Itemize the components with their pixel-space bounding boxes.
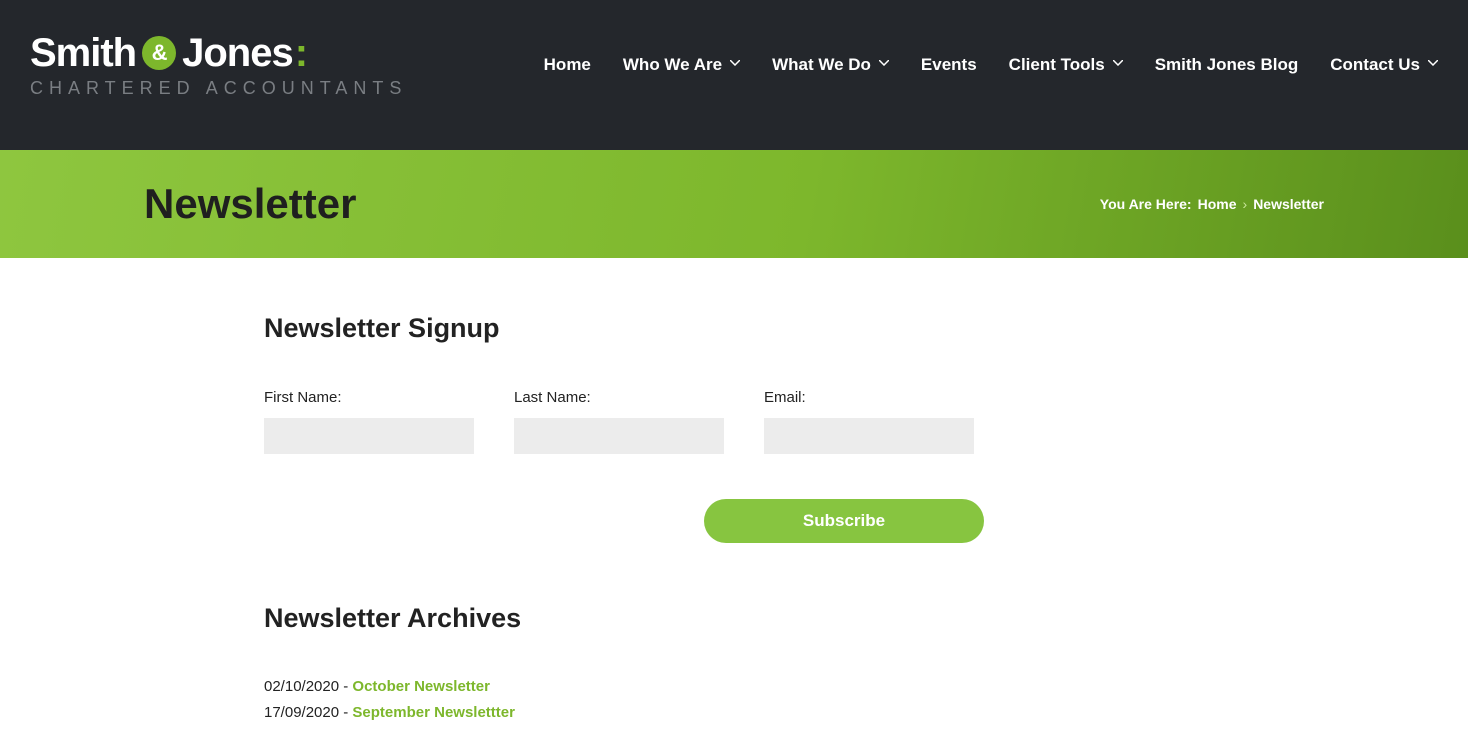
- breadcrumb-prefix: You Are Here:: [1100, 196, 1192, 212]
- chevron-down-icon: [730, 60, 740, 70]
- nav-contact-us[interactable]: Contact Us: [1330, 55, 1438, 75]
- first-name-input[interactable]: [264, 418, 474, 454]
- last-name-input[interactable]: [514, 418, 724, 454]
- signup-heading: Newsletter Signup: [264, 313, 1214, 344]
- site-logo[interactable]: Smith & Jones : CHARTERED ACCOUNTANTS: [30, 33, 407, 97]
- nav-label: Client Tools: [1009, 55, 1105, 75]
- logo-colon: :: [295, 33, 307, 73]
- page-title: Newsletter: [144, 180, 356, 228]
- archive-sep: -: [339, 678, 352, 695]
- archive-link[interactable]: September Newslettter: [352, 704, 515, 721]
- email-label: Email:: [764, 389, 974, 406]
- chevron-down-icon: [879, 60, 889, 70]
- first-name-label: First Name:: [264, 389, 474, 406]
- archive-sep: -: [339, 704, 352, 721]
- logo-text-jones: Jones: [182, 33, 293, 73]
- page-banner: Newsletter You Are Here: Home › Newslett…: [0, 150, 1468, 258]
- last-name-group: Last Name:: [514, 389, 724, 454]
- nav-label: Smith Jones Blog: [1155, 55, 1299, 75]
- ampersand-icon: &: [142, 36, 176, 70]
- signup-form-row: First Name: Last Name: Email:: [264, 389, 1214, 454]
- archives-heading: Newsletter Archives: [264, 603, 1214, 634]
- breadcrumb: You Are Here: Home › Newsletter: [1100, 196, 1324, 212]
- archive-item: 02/10/2020 - October Newsletter: [264, 674, 1214, 700]
- breadcrumb-current: Newsletter: [1253, 196, 1324, 212]
- main-content: Newsletter Signup First Name: Last Name:…: [244, 258, 1224, 755]
- site-header: Smith & Jones : CHARTERED ACCOUNTANTS Ho…: [0, 0, 1468, 150]
- nav-home[interactable]: Home: [544, 55, 591, 75]
- last-name-label: Last Name:: [514, 389, 724, 406]
- email-input[interactable]: [764, 418, 974, 454]
- archive-item: 17/09/2020 - September Newslettter: [264, 700, 1214, 726]
- main-nav: Home Who We Are What We Do Events Client…: [544, 55, 1438, 75]
- logo-text-smith: Smith: [30, 33, 136, 73]
- nav-blog[interactable]: Smith Jones Blog: [1155, 55, 1299, 75]
- archive-date: 17/09/2020: [264, 704, 339, 721]
- logo-tagline: CHARTERED ACCOUNTANTS: [30, 79, 407, 97]
- nav-label: What We Do: [772, 55, 871, 75]
- first-name-group: First Name:: [264, 389, 474, 454]
- subscribe-wrap: Subscribe: [264, 499, 984, 543]
- archive-date: 02/10/2020: [264, 678, 339, 695]
- nav-what-we-do[interactable]: What We Do: [772, 55, 889, 75]
- archive-link[interactable]: October Newsletter: [352, 678, 490, 695]
- subscribe-button[interactable]: Subscribe: [704, 499, 984, 543]
- nav-events[interactable]: Events: [921, 55, 977, 75]
- nav-label: Events: [921, 55, 977, 75]
- nav-label: Contact Us: [1330, 55, 1420, 75]
- archives-section: Newsletter Archives 02/10/2020 - October…: [264, 603, 1214, 725]
- chevron-right-icon: ›: [1243, 196, 1248, 212]
- nav-client-tools[interactable]: Client Tools: [1009, 55, 1123, 75]
- nav-label: Who We Are: [623, 55, 722, 75]
- breadcrumb-home-link[interactable]: Home: [1198, 196, 1237, 212]
- chevron-down-icon: [1113, 60, 1123, 70]
- email-group: Email:: [764, 389, 974, 454]
- nav-label: Home: [544, 55, 591, 75]
- chevron-down-icon: [1428, 60, 1438, 70]
- logo-main: Smith & Jones :: [30, 33, 407, 73]
- nav-who-we-are[interactable]: Who We Are: [623, 55, 740, 75]
